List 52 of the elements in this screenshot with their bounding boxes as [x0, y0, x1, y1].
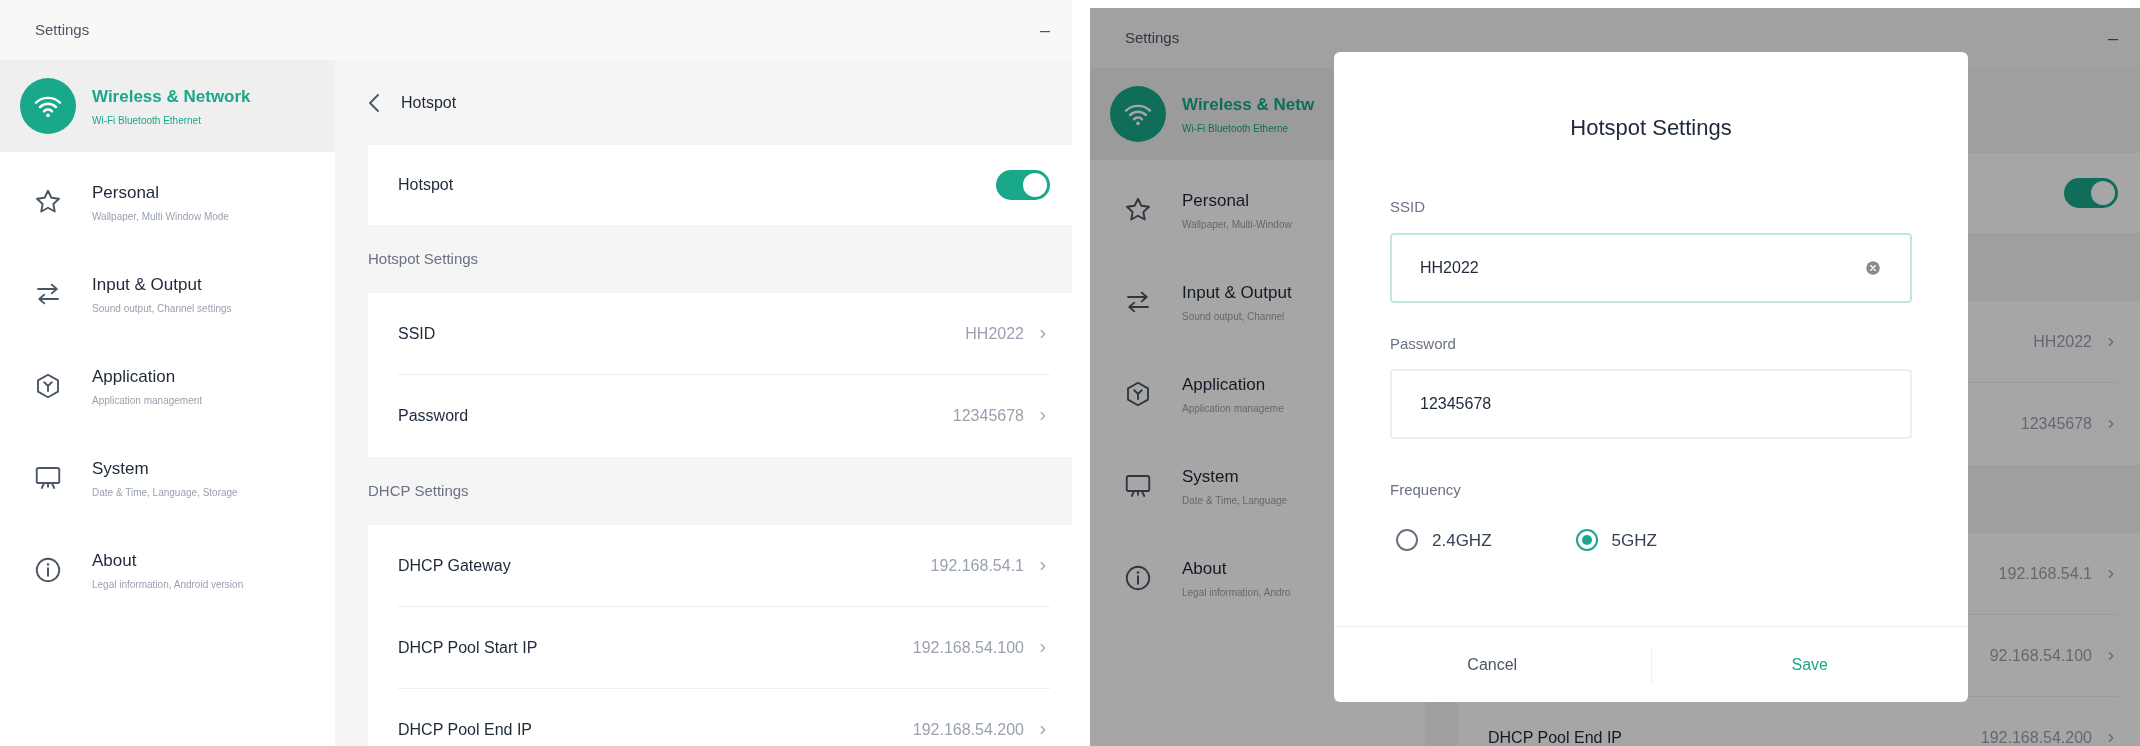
section-heading: Hotspot Settings [368, 248, 479, 269]
field-value: HH2022 [1420, 257, 1479, 278]
app-title: Settings [1125, 27, 1180, 48]
row-value: 92.168.54.100 [1989, 645, 2092, 666]
row-value: HH2022 [2033, 331, 2092, 352]
item-subtitle: Wallpaper, Multi-Window [1182, 217, 1292, 232]
field-label: Password [1390, 333, 1457, 354]
row-label: SSID [398, 323, 436, 344]
item-title: About [92, 550, 138, 573]
item-title: Application [1182, 374, 1267, 397]
item-title: Input & Output [92, 274, 203, 297]
page-title: Hotspot [401, 92, 457, 113]
item-subtitle: Legal information, Andro [1182, 585, 1291, 600]
item-subtitle: Wi-Fi Bluetooth Etherne [1182, 121, 1290, 136]
row-label: DHCP Gateway [398, 555, 511, 576]
item-subtitle: Application management [92, 393, 203, 408]
item-title: Personal [1182, 190, 1251, 213]
row-value: 192.168.54.100 [912, 637, 1024, 658]
item-subtitle: Date & Time, Language [1182, 493, 1288, 508]
item-subtitle: Sound output, Channel settings [92, 301, 232, 316]
item-title: Input & Output [1182, 282, 1292, 305]
row-label: DHCP Pool End IP [398, 720, 532, 740]
app-title: Settings [35, 19, 90, 40]
row-label: Hotspot [398, 175, 454, 195]
section-heading: DHCP Settings [368, 480, 469, 501]
item-title: Wireless & Netw [1182, 94, 1315, 117]
row-value: 192.168.54.200 [1980, 728, 2092, 746]
dialog-title: Hotspot Settings [1570, 114, 1732, 142]
row-value: 192.168.54.1 [930, 555, 1024, 576]
item-title: Wireless & Network [92, 86, 251, 109]
item-subtitle: Application manageme [1182, 401, 1284, 416]
row-label: Password [398, 406, 469, 426]
row-value: 12345678 [952, 406, 1024, 426]
row-value: 192.168.54.1 [1998, 563, 2092, 584]
item-title: About [1182, 558, 1228, 581]
row-value: 12345678 [2020, 414, 2092, 434]
field-value: 12345678 [1420, 394, 1492, 414]
item-subtitle: Sound output, Channel [1182, 309, 1286, 324]
item-title: Personal [92, 182, 161, 205]
row-value: 192.168.54.200 [912, 720, 1024, 740]
item-subtitle: Wi-Fi Bluetooth Ethernet [92, 113, 202, 128]
row-value: HH2022 [965, 323, 1024, 344]
item-title: System [1182, 466, 1240, 489]
row-label: DHCP Pool Start IP [398, 637, 538, 658]
field-label: SSID [1390, 197, 1426, 217]
item-subtitle: Wallpaper, Multi Window Mode [92, 209, 229, 224]
item-title: Application [92, 366, 177, 389]
item-title: System [92, 458, 150, 481]
row-label: DHCP Pool End IP [1488, 728, 1622, 746]
item-subtitle: Legal information, Android version [92, 577, 244, 592]
field-label: Frequency [1390, 480, 1462, 500]
item-subtitle: Date & Time, Language, Storage [92, 485, 238, 500]
